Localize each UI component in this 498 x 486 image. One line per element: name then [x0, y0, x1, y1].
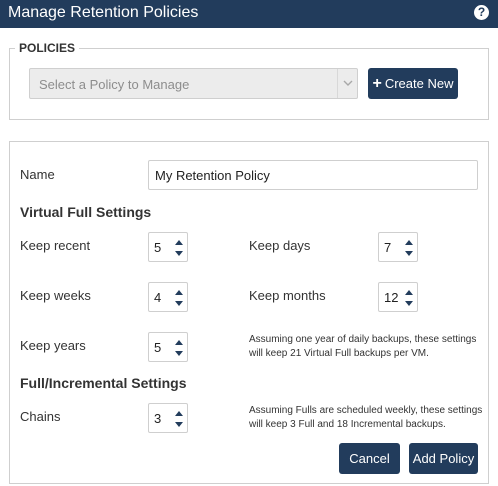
chains-note-line: Assuming Fulls are scheduled weekly, the… — [249, 405, 483, 416]
cancel-button[interactable]: Cancel — [339, 443, 400, 474]
keep-weeks-label: Keep weeks — [20, 288, 91, 303]
keep-months-stepper[interactable]: 12 — [378, 282, 418, 312]
decrement-icon[interactable] — [175, 422, 183, 427]
keep-months-label: Keep months — [249, 288, 326, 303]
keep-recent-stepper[interactable]: 5 — [148, 232, 188, 262]
keep-days-label: Keep days — [249, 238, 311, 253]
create-new-label: Create New — [384, 76, 454, 91]
keep-years-label: Keep years — [20, 338, 86, 353]
policy-form — [9, 141, 489, 484]
decrement-icon[interactable] — [405, 251, 413, 256]
keep-weeks-stepper[interactable]: 4 — [148, 282, 188, 312]
keep-recent-label: Keep recent — [20, 238, 91, 253]
increment-icon[interactable] — [175, 411, 183, 416]
create-new-button[interactable]: + Create New — [368, 68, 458, 99]
name-input[interactable]: My Retention Policy — [148, 160, 478, 190]
increment-icon[interactable] — [405, 290, 413, 295]
chevron-down-icon[interactable] — [337, 69, 357, 98]
title-bar: Manage Retention Policies ? — [0, 0, 498, 28]
policy-select-placeholder: Select a Policy to Manage — [39, 77, 190, 92]
chains-stepper[interactable]: 3 — [148, 403, 188, 433]
full-incremental-heading: Full/Incremental Settings — [20, 375, 187, 391]
virtual-full-note-line: will keep 21 Virtual Full backups per VM… — [249, 348, 429, 359]
keep-days-value: 7 — [384, 240, 392, 255]
add-policy-button[interactable]: Add Policy — [409, 443, 478, 474]
question-circle-icon[interactable]: ? — [474, 5, 489, 20]
decrement-icon[interactable] — [175, 251, 183, 256]
virtual-full-note: Assuming one year of daily backups, thes… — [249, 333, 476, 361]
keep-years-stepper[interactable]: 5 — [148, 332, 188, 362]
keep-recent-value: 5 — [154, 240, 162, 255]
increment-icon[interactable] — [175, 340, 183, 345]
name-input-value: My Retention Policy — [155, 168, 270, 183]
keep-days-stepper[interactable]: 7 — [378, 232, 418, 262]
policy-select[interactable]: Select a Policy to Manage — [29, 68, 358, 99]
keep-years-value: 5 — [154, 340, 162, 355]
decrement-icon[interactable] — [175, 351, 183, 356]
chains-note: Assuming Fulls are scheduled weekly, the… — [249, 404, 482, 432]
decrement-icon[interactable] — [405, 301, 413, 306]
keep-months-value: 12 — [384, 290, 399, 305]
virtual-full-note-line: Assuming one year of daily backups, thes… — [249, 334, 477, 345]
increment-icon[interactable] — [175, 240, 183, 245]
name-label: Name — [20, 167, 55, 182]
policies-legend: POLICIES — [15, 41, 80, 55]
chains-label: Chains — [20, 409, 61, 424]
chains-note-line: will keep 3 Full and 18 Incremental back… — [249, 419, 446, 430]
chains-value: 3 — [154, 411, 162, 426]
window-title: Manage Retention Policies — [8, 4, 199, 21]
keep-weeks-value: 4 — [154, 290, 162, 305]
virtual-full-heading: Virtual Full Settings — [20, 204, 152, 220]
plus-icon: + — [372, 75, 382, 92]
increment-icon[interactable] — [405, 240, 413, 245]
decrement-icon[interactable] — [175, 301, 183, 306]
increment-icon[interactable] — [175, 290, 183, 295]
